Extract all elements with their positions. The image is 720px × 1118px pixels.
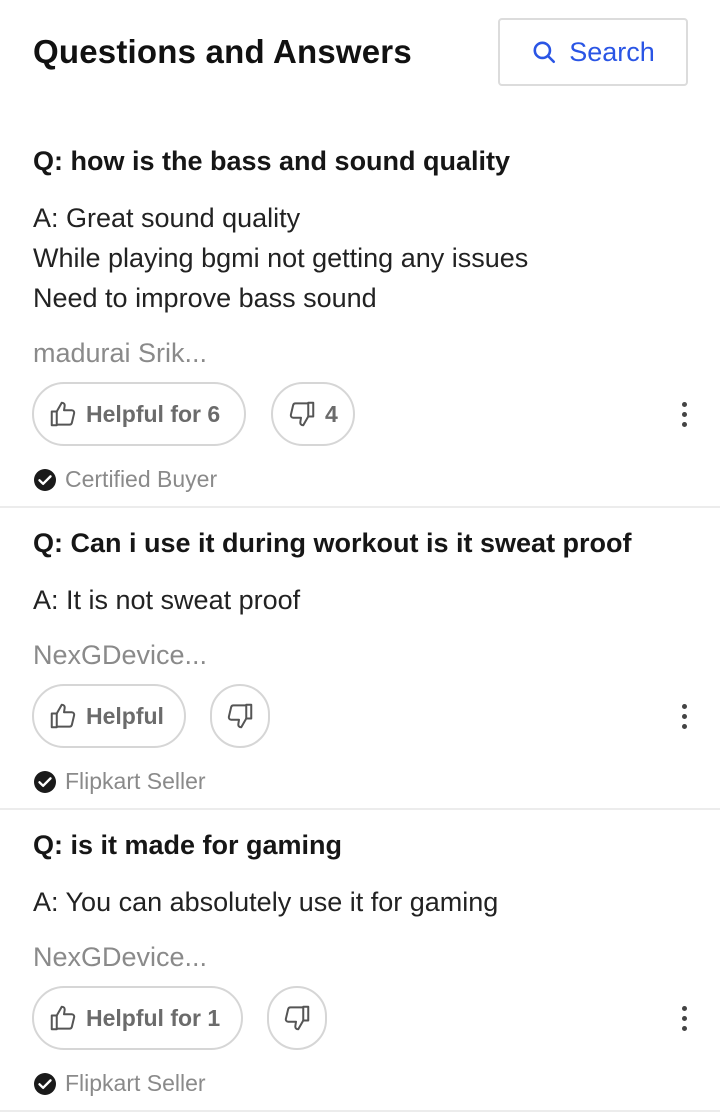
more-dot — [681, 421, 687, 427]
thumbs-down-icon — [289, 401, 315, 427]
thumbs-down-icon — [284, 1005, 310, 1031]
thumbs-up-icon — [50, 1005, 76, 1031]
helpful-label: Helpful for 6 — [86, 400, 221, 427]
more-dot — [681, 713, 687, 719]
check-circle-icon — [34, 1072, 56, 1095]
answer-author: madurai Srik... — [33, 338, 208, 368]
answer-line: A: It is not sweat proof — [33, 585, 301, 615]
helpful-label: Helpful for 1 — [86, 1004, 221, 1031]
answer-badge: Flipkart Seller — [33, 768, 206, 795]
qa-header: Questions and Answers Search — [0, 0, 720, 110]
qa-item: Q: Can i use it during workout is it swe… — [0, 508, 720, 810]
more-vertical-icon — [681, 1005, 687, 1011]
answer-line: Need to improve bass sound — [33, 283, 377, 313]
thumbs-up-icon — [50, 401, 76, 427]
more-vertical-icon — [681, 703, 687, 709]
more-options-button[interactable] — [672, 696, 696, 736]
badge-label: Flipkart Seller — [65, 1070, 206, 1096]
thumbs-up-icon — [50, 703, 76, 729]
page-title: Questions and Answers — [33, 33, 412, 70]
more-options-button[interactable] — [672, 394, 696, 434]
question-text: Q: is it made for gaming — [33, 830, 343, 860]
answer-text: A: It is not sweat proof — [33, 580, 300, 620]
more-options-button[interactable] — [672, 998, 696, 1038]
badge-label: Certified Buyer — [65, 466, 218, 492]
more-dot — [681, 1015, 687, 1021]
more-vertical-icon — [681, 401, 687, 407]
answer-badge: Certified Buyer — [33, 466, 217, 493]
dislike-count: 4 — [325, 400, 338, 427]
more-dot — [681, 1025, 687, 1031]
answer-author: NexGDevice... — [33, 942, 208, 972]
more-dot — [681, 411, 687, 417]
question-text: Q: how is the bass and sound quality — [33, 146, 511, 176]
search-icon — [533, 41, 556, 64]
answer-text: A: You can absolutely use it for gaming — [33, 882, 498, 922]
answer-line: While playing bgmi not getting any issue… — [33, 243, 529, 273]
search-button-label: Search — [569, 36, 655, 67]
check-circle-icon — [34, 770, 56, 793]
more-dot — [681, 723, 687, 729]
badge-label: Flipkart Seller — [65, 768, 206, 794]
answer-line: A: Great sound quality — [33, 203, 301, 233]
qa-item: Q: how is the bass and sound quality A: … — [0, 110, 720, 508]
qa-item: Q: is it made for gaming A: You can abso… — [0, 810, 720, 1112]
answer-line: A: You can absolutely use it for gaming — [33, 887, 499, 917]
dislike-button[interactable]: 4 — [271, 382, 355, 446]
thumbs-down-icon — [227, 703, 253, 729]
check-circle-icon — [34, 468, 56, 491]
helpful-label: Helpful — [86, 702, 164, 729]
helpful-button[interactable]: Helpful for 6 — [32, 382, 246, 446]
dislike-button[interactable] — [210, 684, 270, 748]
dislike-button[interactable] — [267, 986, 327, 1050]
helpful-button[interactable]: Helpful for 1 — [32, 986, 243, 1050]
answer-text: A: Great sound quality While playing bgm… — [33, 198, 528, 318]
answer-badge: Flipkart Seller — [33, 1070, 206, 1097]
question-text: Q: Can i use it during workout is it swe… — [33, 528, 632, 558]
answer-author: NexGDevice... — [33, 640, 208, 670]
search-button[interactable]: Search — [498, 18, 688, 86]
helpful-button[interactable]: Helpful — [32, 684, 186, 748]
